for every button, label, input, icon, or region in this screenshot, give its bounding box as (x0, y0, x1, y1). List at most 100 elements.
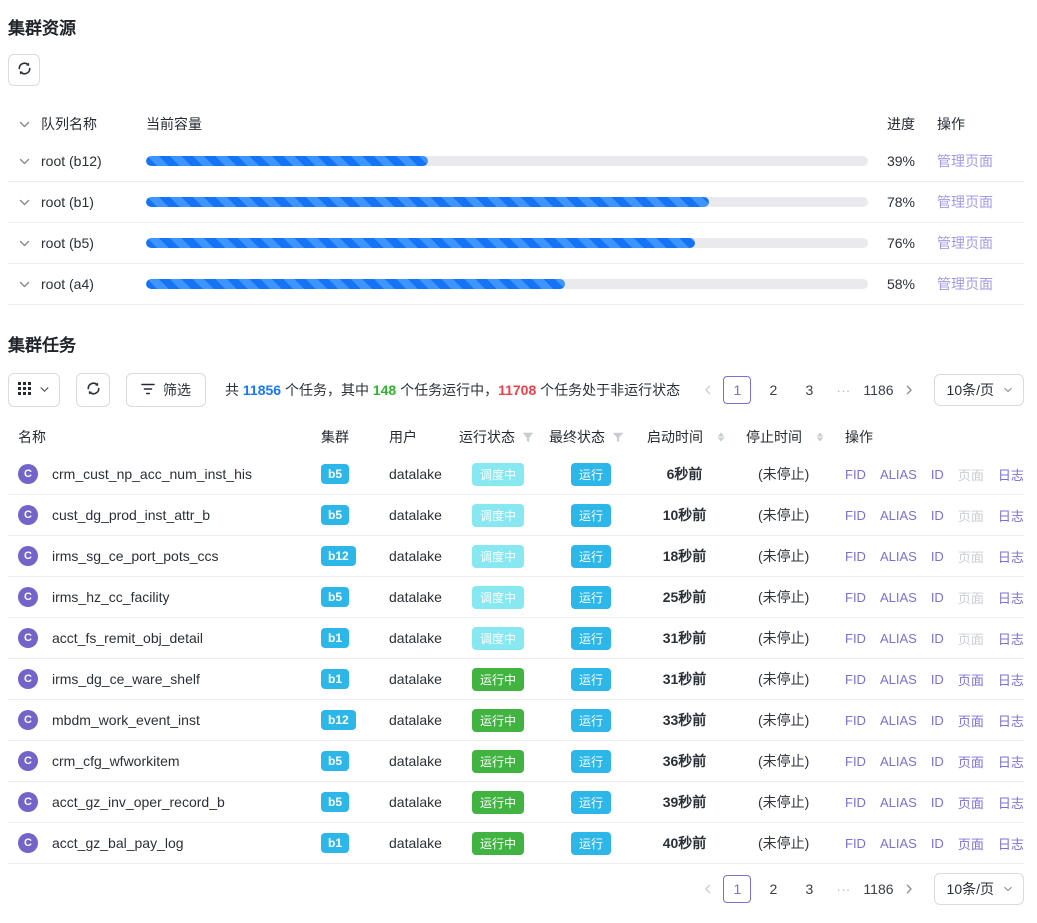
column-settings-button[interactable] (8, 373, 60, 407)
alias-link[interactable]: ALIAS (880, 508, 917, 523)
id-link[interactable]: ID (931, 836, 944, 851)
action-column-header: 操作 (833, 427, 1024, 447)
alias-link[interactable]: ALIAS (880, 467, 917, 482)
page-button-1[interactable]: 1 (723, 875, 751, 903)
chevron-down-icon[interactable] (18, 278, 31, 291)
task-name: cust_dg_prod_inst_attr_b (52, 507, 210, 523)
filter-button[interactable]: 筛选 (126, 373, 206, 407)
collapse-all-chevron-down-icon[interactable] (18, 118, 31, 131)
alias-link[interactable]: ALIAS (880, 713, 917, 728)
alias-link[interactable]: ALIAS (880, 590, 917, 605)
page-button-2[interactable]: 2 (759, 376, 787, 404)
page-button-3[interactable]: 3 (795, 875, 823, 903)
page-button-last[interactable]: 1186 (863, 875, 893, 903)
page-size-select[interactable]: 10条/页 (934, 873, 1024, 905)
manage-page-link[interactable]: 管理页面 (937, 276, 993, 292)
sort-icon[interactable] (717, 432, 725, 442)
page-link[interactable]: 页面 (958, 588, 984, 607)
id-link[interactable]: ID (931, 590, 944, 605)
page-size-select[interactable]: 10条/页 (934, 374, 1024, 406)
avatar: C (18, 710, 38, 730)
page-link[interactable]: 页面 (958, 711, 984, 730)
task-name: mbdm_work_event_inst (52, 712, 200, 728)
next-page-button[interactable] (898, 875, 920, 903)
pagination-bottom: 1 2 3 ··· 1186 10条/页 (697, 873, 1024, 905)
page-button-3[interactable]: 3 (795, 376, 823, 404)
id-link[interactable]: ID (931, 754, 944, 769)
page-link[interactable]: 页面 (958, 629, 984, 648)
alias-link[interactable]: ALIAS (880, 836, 917, 851)
fid-link[interactable]: FID (845, 467, 866, 482)
fid-link[interactable]: FID (845, 631, 866, 646)
task-user: datalake (389, 466, 459, 482)
funnel-filter-icon[interactable] (522, 432, 534, 443)
task-name: crm_cfg_wfworkitem (52, 753, 180, 769)
id-link[interactable]: ID (931, 713, 944, 728)
fid-link[interactable]: FID (845, 508, 866, 523)
fid-link[interactable]: FID (845, 713, 866, 728)
page-button-1[interactable]: 1 (723, 376, 751, 404)
fid-link[interactable]: FID (845, 672, 866, 687)
task-user: datalake (389, 630, 459, 646)
log-link[interactable]: 日志 (998, 711, 1024, 730)
page-link[interactable]: 页面 (958, 793, 984, 812)
capacity-bar (146, 279, 868, 289)
alias-link[interactable]: ALIAS (880, 549, 917, 564)
refresh-tasks-button[interactable] (76, 373, 110, 407)
id-link[interactable]: ID (931, 467, 944, 482)
chevron-down-icon[interactable] (18, 237, 31, 250)
alias-link[interactable]: ALIAS (880, 631, 917, 646)
fid-link[interactable]: FID (845, 590, 866, 605)
id-link[interactable]: ID (931, 672, 944, 687)
fid-link[interactable]: FID (845, 754, 866, 769)
log-link[interactable]: 日志 (998, 588, 1024, 607)
page-link[interactable]: 页面 (958, 670, 984, 689)
log-link[interactable]: 日志 (998, 834, 1024, 853)
page-link[interactable]: 页面 (958, 506, 984, 525)
capacity-bar-fill (146, 238, 695, 248)
page-link[interactable]: 页面 (958, 547, 984, 566)
page-button-2[interactable]: 2 (759, 875, 787, 903)
page-ellipsis[interactable]: ··· (831, 382, 855, 398)
log-link[interactable]: 日志 (998, 465, 1024, 484)
id-link[interactable]: ID (931, 795, 944, 810)
log-link[interactable]: 日志 (998, 629, 1024, 648)
sort-icon[interactable] (816, 432, 824, 442)
summary-text: 个任务处于非运行状态 (536, 382, 680, 398)
log-link[interactable]: 日志 (998, 752, 1024, 771)
funnel-filter-icon[interactable] (612, 432, 624, 443)
chevron-down-icon[interactable] (18, 196, 31, 209)
task-row: C acct_fs_remit_obj_detail b1 datalake 调… (8, 618, 1024, 659)
page-link[interactable]: 页面 (958, 752, 984, 771)
alias-link[interactable]: ALIAS (880, 795, 917, 810)
prev-page-button[interactable] (697, 376, 719, 404)
log-link[interactable]: 日志 (998, 670, 1024, 689)
refresh-resources-button[interactable] (8, 54, 40, 86)
page-link[interactable]: 页面 (958, 834, 984, 853)
alias-link[interactable]: ALIAS (880, 754, 917, 769)
log-link[interactable]: 日志 (998, 547, 1024, 566)
next-page-button[interactable] (898, 376, 920, 404)
page-link[interactable]: 页面 (958, 465, 984, 484)
fid-link[interactable]: FID (845, 795, 866, 810)
log-link[interactable]: 日志 (998, 793, 1024, 812)
manage-page-link[interactable]: 管理页面 (937, 153, 993, 169)
avatar: C (18, 464, 38, 484)
manage-page-link[interactable]: 管理页面 (937, 235, 993, 251)
alias-link[interactable]: ALIAS (880, 672, 917, 687)
prev-page-button[interactable] (697, 875, 719, 903)
id-link[interactable]: ID (931, 508, 944, 523)
chevron-down-icon[interactable] (18, 155, 31, 168)
page-ellipsis[interactable]: ··· (831, 881, 855, 897)
fid-link[interactable]: FID (845, 836, 866, 851)
non-running-task-count: 11708 (498, 382, 536, 398)
fid-link[interactable]: FID (845, 549, 866, 564)
manage-page-link[interactable]: 管理页面 (937, 194, 993, 210)
id-link[interactable]: ID (931, 631, 944, 646)
id-link[interactable]: ID (931, 549, 944, 564)
avatar: C (18, 587, 38, 607)
run-state-badge: 调度中 (472, 463, 524, 486)
cluster-dashboard-page: 集群资源 队列名称 当前容量 进度 操作 root (b12) (0, 0, 1037, 923)
log-link[interactable]: 日志 (998, 506, 1024, 525)
page-button-last[interactable]: 1186 (863, 376, 893, 404)
